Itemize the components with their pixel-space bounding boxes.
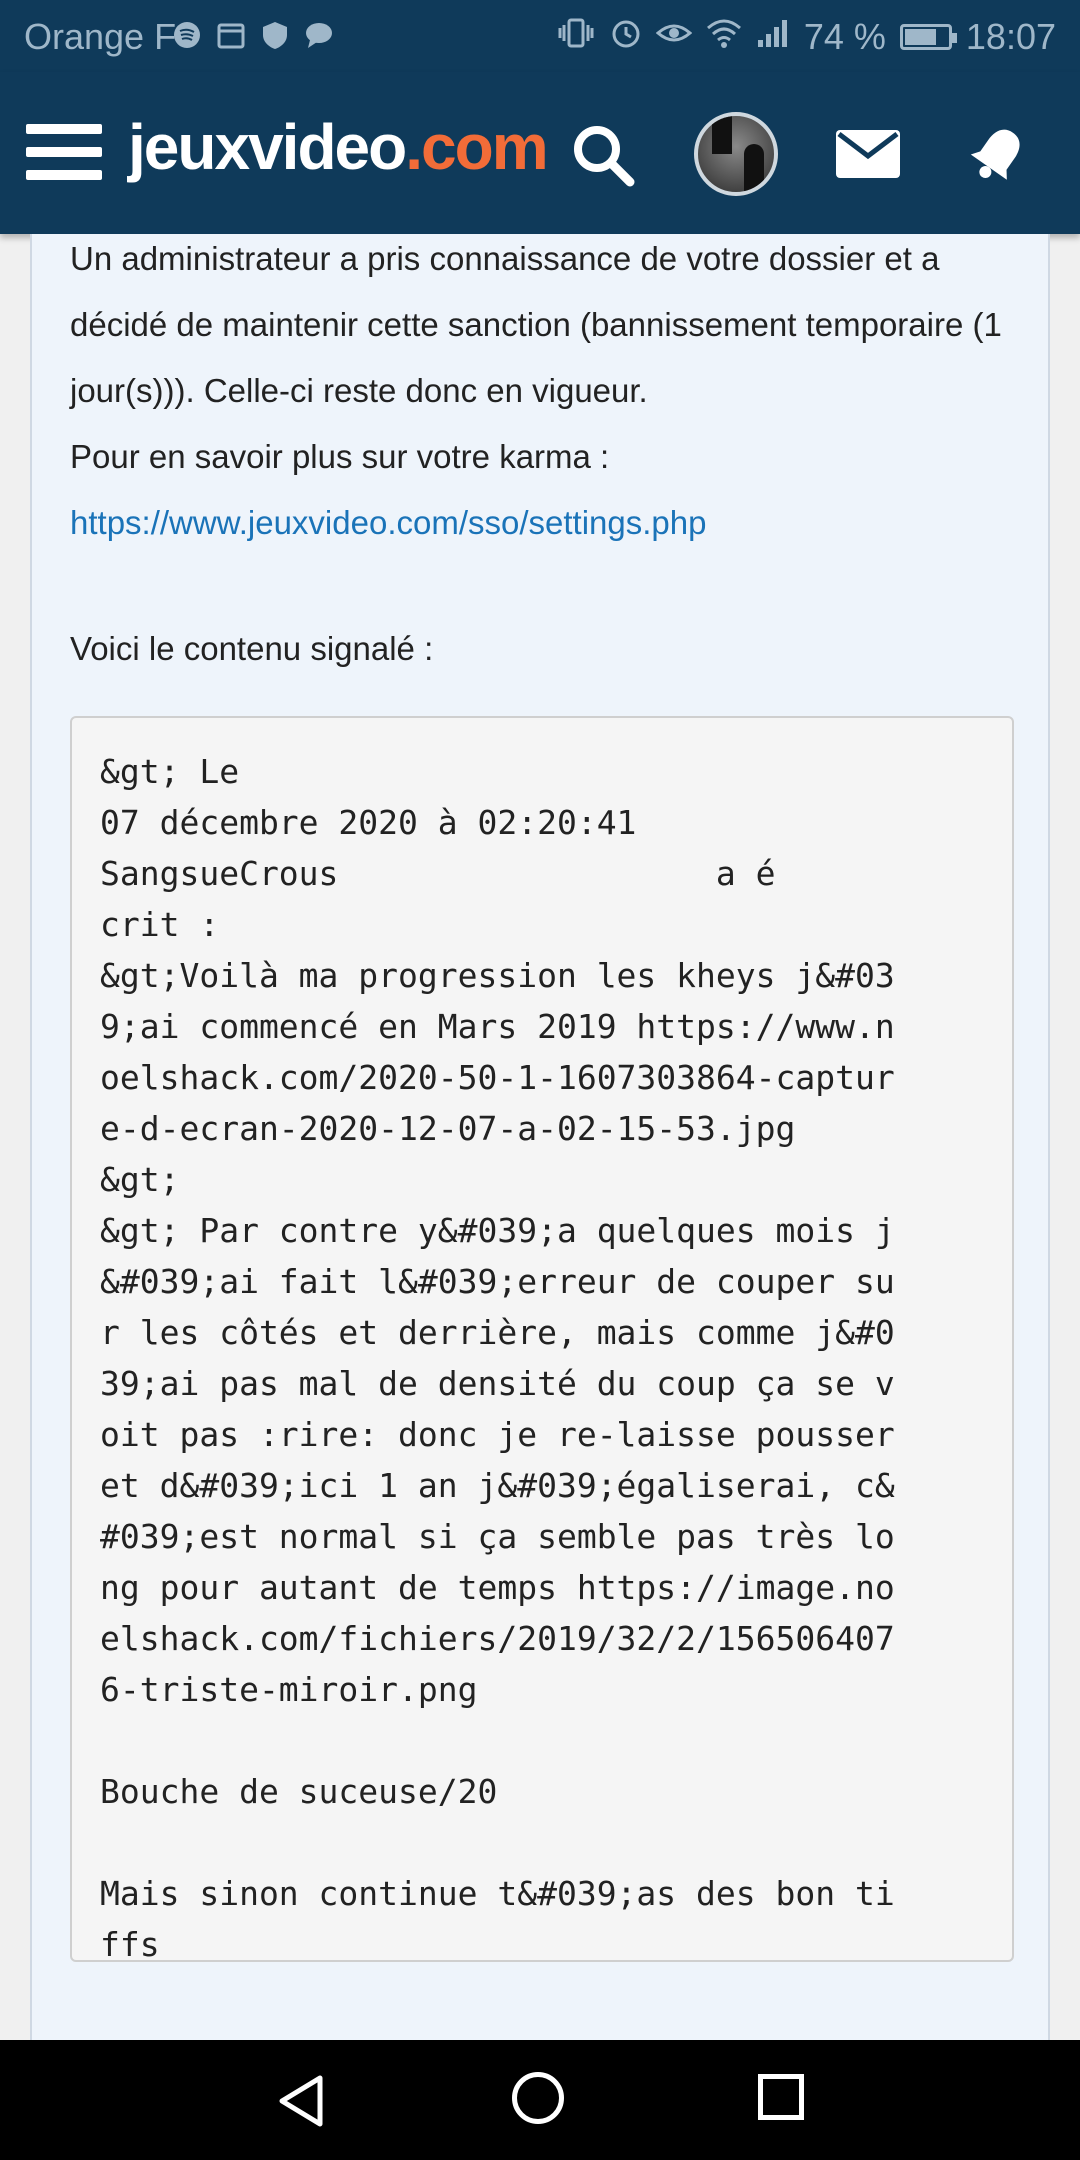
spotify-icon <box>172 20 202 50</box>
vibrate-icon <box>556 17 596 57</box>
carrier-label: Orange F <box>24 16 177 57</box>
wifi-icon <box>706 18 742 56</box>
clock: 18:07 <box>965 16 1056 57</box>
status-bar: Orange F 74 % 18:07 <box>0 0 1080 72</box>
site-logo[interactable]: jeuxvideo.com <box>128 110 549 184</box>
reported-label: Voici le contenu signalé : <box>70 630 434 667</box>
message-icon <box>304 20 334 50</box>
menu-icon[interactable] <box>26 124 102 184</box>
battery-percent: 74 % <box>803 16 886 57</box>
search-icon[interactable] <box>570 122 636 188</box>
recent-apps-icon[interactable] <box>758 2074 804 2120</box>
mail-icon[interactable] <box>836 130 900 178</box>
message-panel: Un administrateur a pris connaissance de… <box>30 234 1050 2040</box>
eye-icon <box>655 19 693 55</box>
signal-icon <box>756 18 790 56</box>
calendar-icon <box>216 20 246 50</box>
app-header: jeuxvideo.com <box>0 72 1080 234</box>
karma-link[interactable]: https://www.jeuxvideo.com/sso/settings.p… <box>70 504 706 541</box>
logo-text: jeuxvideo <box>128 111 407 183</box>
avatar[interactable] <box>694 112 778 196</box>
karma-text: Pour en savoir plus sur votre karma : <box>70 438 610 475</box>
notification-icons <box>172 20 334 50</box>
back-icon[interactable] <box>276 2074 326 2133</box>
sanction-paragraph: Un administrateur a pris connaissance de… <box>70 240 1002 409</box>
battery-icon <box>899 24 957 50</box>
alarm-icon <box>610 17 642 57</box>
system-nav-bar <box>0 2040 1080 2160</box>
sanction-message: Un administrateur a pris connaissance de… <box>70 234 1030 556</box>
home-icon[interactable] <box>512 2072 564 2124</box>
system-icons: 74 % 18:07 <box>556 16 1056 58</box>
shield-icon <box>260 20 290 50</box>
logo-tld: .com <box>405 111 548 183</box>
reported-content: &gt; Le 07 décembre 2020 à 02:20:41 Sang… <box>100 752 895 1964</box>
battery-level <box>904 29 936 45</box>
reported-content-box: &gt; Le 07 décembre 2020 à 02:20:41 Sang… <box>70 716 1014 1964</box>
notification-icon[interactable] <box>968 122 1028 186</box>
